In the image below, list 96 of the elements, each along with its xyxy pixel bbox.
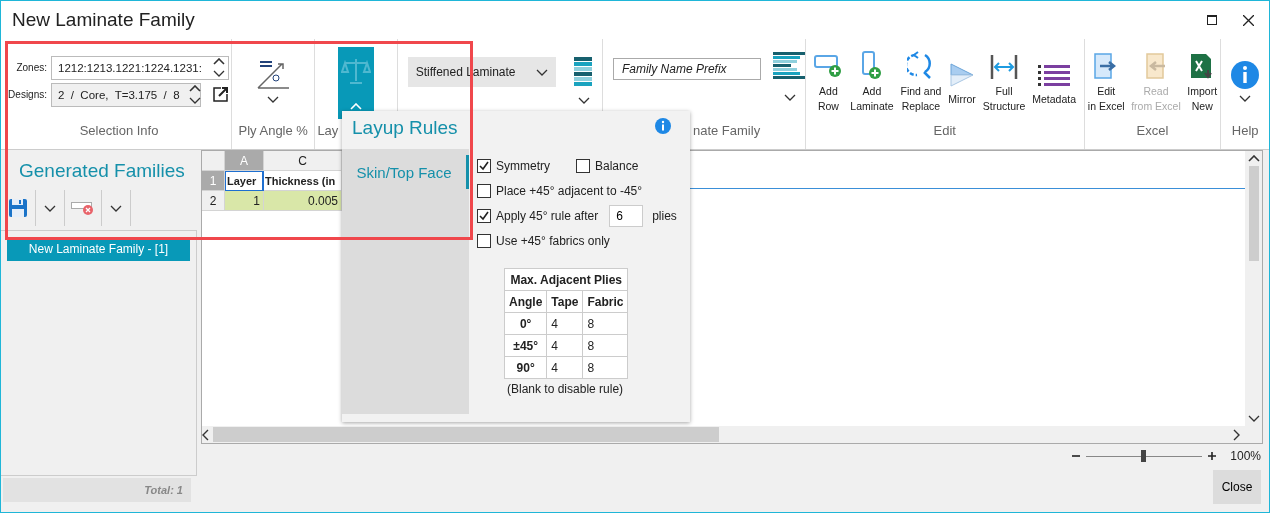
maximize-icon: [1207, 15, 1217, 25]
zoom-out-icon[interactable]: [1072, 452, 1081, 460]
group-label: Ply Angle %: [237, 123, 309, 140]
layer-stack-icon: [573, 57, 594, 89]
table-cell: 0°: [504, 312, 547, 335]
table-cell: 90°: [504, 356, 547, 379]
chevron-down-icon: [188, 97, 201, 104]
chevron-down-icon: [535, 68, 548, 76]
table-cell: 8: [582, 312, 628, 335]
checkbox-label: Apply 45° rule after: [496, 208, 599, 223]
ribbon-button[interactable]: Mirror: [945, 55, 979, 107]
ribbon-button[interactable]: Import New: [1184, 48, 1221, 114]
scroll-down-icon: [1247, 415, 1260, 422]
ribbon-button[interactable]: Add Laminate: [847, 48, 897, 114]
chevron-up-icon: [188, 85, 201, 92]
table-note: (Blank to disable rule): [507, 382, 625, 396]
open-external-icon[interactable]: [213, 87, 228, 102]
chevron-down-icon: [267, 95, 280, 103]
info-icon: [1231, 60, 1260, 89]
scroll-left-icon: [202, 428, 209, 441]
chevron-up-icon: [350, 103, 363, 111]
chevron-down-icon: [44, 204, 56, 212]
column-header[interactable]: C: [264, 151, 342, 171]
list-icon: [1038, 63, 1071, 88]
checkbox[interactable]: [477, 208, 491, 223]
checkbox[interactable]: [477, 183, 491, 198]
table-cell: 8: [582, 356, 628, 379]
family-name-prefix-field[interactable]: Family Name Prefix: [612, 58, 761, 80]
layup-button[interactable]: [338, 47, 375, 119]
checkbox[interactable]: [477, 158, 491, 173]
group-label: Help: [1230, 123, 1260, 140]
zones-label: Zones:: [15, 62, 47, 73]
info-icon[interactable]: [655, 118, 671, 134]
checkbox-label: Symmetry: [496, 158, 550, 173]
plies-field[interactable]: 6: [609, 204, 644, 227]
scroll-right-icon: [1233, 428, 1240, 441]
angle-icon: [256, 59, 291, 90]
table-title: Max. Adjacent Plies: [504, 268, 628, 291]
checkbox-label: Use +45° fabrics only: [496, 233, 610, 248]
unit-label: plies: [652, 208, 677, 223]
window-title: New Laminate Family: [12, 9, 196, 31]
chevron-down-icon: [577, 97, 590, 104]
designs-field[interactable]: 2 / Core, T=3.175 / 8: [51, 82, 201, 107]
ribbon-button[interactable]: Metadata: [1029, 55, 1080, 107]
group-label: Edit: [932, 123, 957, 140]
row-header[interactable]: 2: [202, 191, 225, 211]
table-cell: 4: [546, 356, 583, 379]
table-cell: 4: [546, 334, 583, 357]
column-header: Angle: [504, 290, 547, 313]
table-cell: ±45°: [504, 334, 547, 357]
save-icon: [8, 198, 28, 218]
ply-angle-button[interactable]: [256, 59, 291, 103]
group-label: Lay: [317, 123, 339, 138]
full-structure-icon: [990, 54, 1018, 80]
table-cell: 0.005: [264, 191, 342, 211]
add-row-icon: [813, 52, 844, 80]
remove-field-icon: [71, 200, 95, 216]
layer-stack-icon: [772, 52, 807, 80]
column-header: Tape: [546, 290, 583, 313]
ribbon-button[interactable]: Find and Replace: [897, 48, 945, 114]
checkbox-label: Place +45° adjacent to -45°: [496, 183, 643, 198]
total-count: Total: 1: [3, 478, 191, 502]
group-label: nate Family: [692, 123, 761, 138]
chevron-up-icon: [213, 58, 225, 65]
scroll-up-icon: [1247, 155, 1260, 162]
zones-field[interactable]: 1212:1213.1221:1224.1231:: [51, 55, 229, 80]
close-icon: [1242, 14, 1254, 26]
chevron-down-icon: [783, 94, 796, 101]
ribbon-button[interactable]: Edit in Excel: [1084, 48, 1128, 114]
panel-title: Generated Families: [18, 159, 186, 183]
checkbox[interactable]: [576, 158, 590, 173]
checkbox-label: Balance: [595, 158, 639, 173]
zoom-in-icon[interactable]: [1208, 452, 1217, 460]
table-cell: 4: [546, 312, 583, 335]
column-header: Fabric: [582, 290, 628, 313]
ribbon-button[interactable]: Full Structure: [979, 48, 1029, 114]
scrollbar-thumb[interactable]: [213, 427, 719, 442]
chevron-down-icon: [1239, 94, 1252, 102]
check-icon: [479, 160, 489, 171]
table-cell: 1: [225, 191, 264, 211]
ribbon-button[interactable]: Add Row: [810, 48, 847, 114]
mirror-icon: [949, 61, 976, 88]
check-icon: [479, 210, 489, 221]
group-label: Excel: [1135, 123, 1170, 140]
scrollbar-thumb[interactable]: [1248, 166, 1259, 261]
chevron-down-icon: [213, 70, 225, 77]
group-label: Selection Info: [78, 123, 160, 140]
table-cell: 8: [582, 334, 628, 357]
help-button[interactable]: [1231, 60, 1260, 102]
checkbox[interactable]: [477, 233, 491, 248]
zoom-slider-thumb[interactable]: [1141, 450, 1147, 462]
popup-title: Layup Rules: [351, 116, 459, 140]
chevron-down-icon: [110, 204, 122, 212]
designs-label: Designs:: [7, 89, 47, 100]
zoom-reading: 100%: [1230, 449, 1261, 463]
close-button[interactable]: Close: [1213, 470, 1261, 504]
